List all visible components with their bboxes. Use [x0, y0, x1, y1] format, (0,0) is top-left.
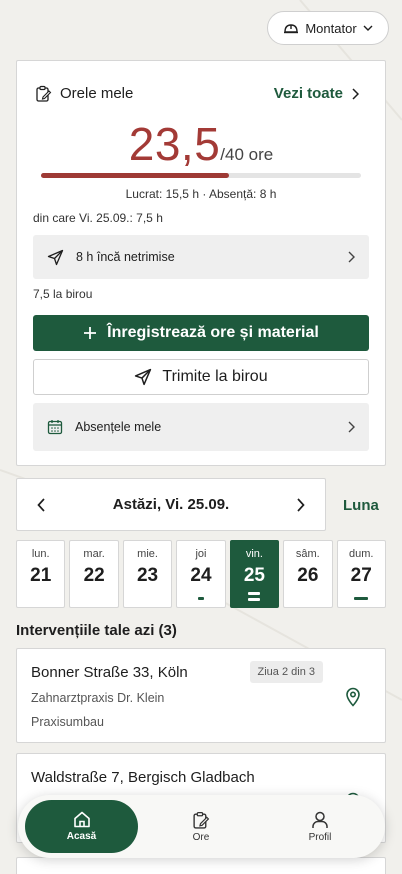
register-hours-label: Înregistrează ore și material — [107, 324, 319, 341]
day-name: vin. — [245, 548, 263, 560]
intervention-type: Praxisumbau — [31, 715, 104, 729]
role-label: Montator — [305, 20, 357, 36]
day-26[interactable]: sâm. 26 — [283, 540, 333, 608]
send-to-office-button[interactable]: Trimite la birou — [33, 359, 369, 395]
day-activity-marker — [248, 598, 261, 601]
day-name: dum. — [349, 548, 374, 560]
nav-profile-label: Profil — [308, 831, 332, 843]
hours-breakdown: Lucrat: 15,5 h · Absență: 8 h — [125, 187, 277, 201]
chevron-right-icon — [352, 87, 359, 100]
day-25[interactable]: vin. 25 — [229, 540, 280, 608]
user-icon — [312, 811, 328, 828]
day-number: 25 — [243, 565, 265, 586]
day-name: sâm. — [295, 548, 320, 560]
see-all-link[interactable]: Vezi toate — [274, 85, 359, 102]
intervention-card[interactable]: Bonner Straße 33, Köln Ziua 2 din 3 Zahn… — [16, 648, 386, 743]
intervention-address: Bonner Straße 33, Köln — [31, 664, 188, 681]
home-icon — [73, 811, 90, 828]
role-selector[interactable]: Montator — [267, 11, 389, 45]
nav-hours-label: Ore — [192, 831, 210, 843]
intervention-day-badge: Ziua 2 din 3 — [249, 661, 323, 683]
day-number: 22 — [83, 565, 105, 586]
hours-total: 23,5/40 ore — [17, 117, 385, 171]
office-hours-note: 7,5 la birou — [33, 287, 93, 301]
map-pin-icon[interactable] — [345, 687, 361, 707]
day-number: 24 — [190, 565, 212, 586]
hours-progress-fill — [41, 173, 229, 178]
send-icon — [135, 368, 152, 386]
day-27[interactable]: dum. 27 — [336, 540, 386, 608]
plus-icon — [84, 327, 97, 339]
month-view-link[interactable]: Luna — [343, 497, 379, 514]
hours-card-header: Orele mele — [35, 85, 133, 102]
day-activity-marker — [354, 597, 369, 600]
clipboard-edit-icon — [36, 85, 52, 102]
bottom-navigation: Acasă Ore Profil — [18, 795, 385, 858]
day-activity-marker — [248, 592, 261, 595]
unsent-hours-label: 8 h încă netrimise — [76, 250, 175, 264]
send-to-office-label: Trimite la birou — [162, 368, 268, 385]
week-strip: lun. 21 mar. 22 mie. 23 joi 24 vin. 25 sâm. 26 dum. 2… — [16, 540, 386, 608]
nav-profile[interactable]: Profil — [270, 795, 370, 858]
chevron-right-icon — [348, 251, 355, 263]
hours-worked-value: 23,5 — [128, 118, 221, 170]
day-21[interactable]: lun. 21 — [16, 540, 66, 608]
clipboard-edit-icon — [193, 811, 210, 829]
day-number: 26 — [297, 565, 319, 586]
day-24[interactable]: joi 24 — [176, 540, 226, 608]
hours-target-label: /40 ore — [220, 145, 274, 164]
day-name: mie. — [137, 548, 158, 560]
day-name: joi — [195, 548, 207, 560]
hours-card: Orele mele Vezi toate 23,5/40 ore Lucrat… — [16, 60, 386, 466]
chevron-right-icon — [348, 421, 355, 433]
intervention-address: Waldstraße 7, Bergisch Gladbach — [31, 769, 255, 786]
interventions-title: Intervențiile tale azi (3) — [16, 622, 177, 639]
absences-row[interactable]: Absențele mele — [33, 403, 369, 451]
intervention-client: Zahnarztpraxis Dr. Klein — [31, 691, 165, 705]
day-number: 23 — [136, 565, 159, 586]
day-22[interactable]: mar. 22 — [69, 540, 119, 608]
register-hours-button[interactable]: Înregistrează ore și material — [33, 315, 369, 351]
hard-hat-icon — [284, 24, 299, 34]
absences-label: Absențele mele — [75, 420, 162, 434]
chevron-right-icon[interactable] — [296, 497, 305, 512]
intervention-card[interactable] — [16, 857, 386, 874]
date-navigator: Astăzi, Vi. 25.09. — [16, 478, 326, 531]
day-activity-marker — [197, 597, 204, 600]
hours-progress-bar — [41, 173, 361, 178]
chevron-left-icon[interactable] — [37, 497, 46, 512]
nav-hours[interactable]: Ore — [151, 795, 251, 858]
day-name: mar. — [83, 548, 105, 560]
hours-card-title: Orele mele — [60, 85, 134, 102]
current-date-label: Astăzi, Vi. 25.09. — [112, 496, 230, 513]
day-name: lun. — [31, 548, 50, 560]
send-icon — [47, 249, 64, 265]
calendar-icon — [47, 420, 63, 435]
day-number: 27 — [350, 565, 372, 586]
unsent-hours-row[interactable]: 8 h încă netrimise — [33, 235, 369, 279]
day-23[interactable]: mie. 23 — [122, 540, 173, 608]
see-all-label: Vezi toate — [273, 85, 343, 102]
day-number: 21 — [30, 565, 52, 586]
nav-home-label: Acasă — [66, 831, 97, 842]
hours-today: din care Vi. 25.09.: 7,5 h — [33, 211, 163, 225]
nav-home[interactable]: Acasă — [25, 800, 138, 853]
chevron-down-icon — [363, 25, 373, 31]
